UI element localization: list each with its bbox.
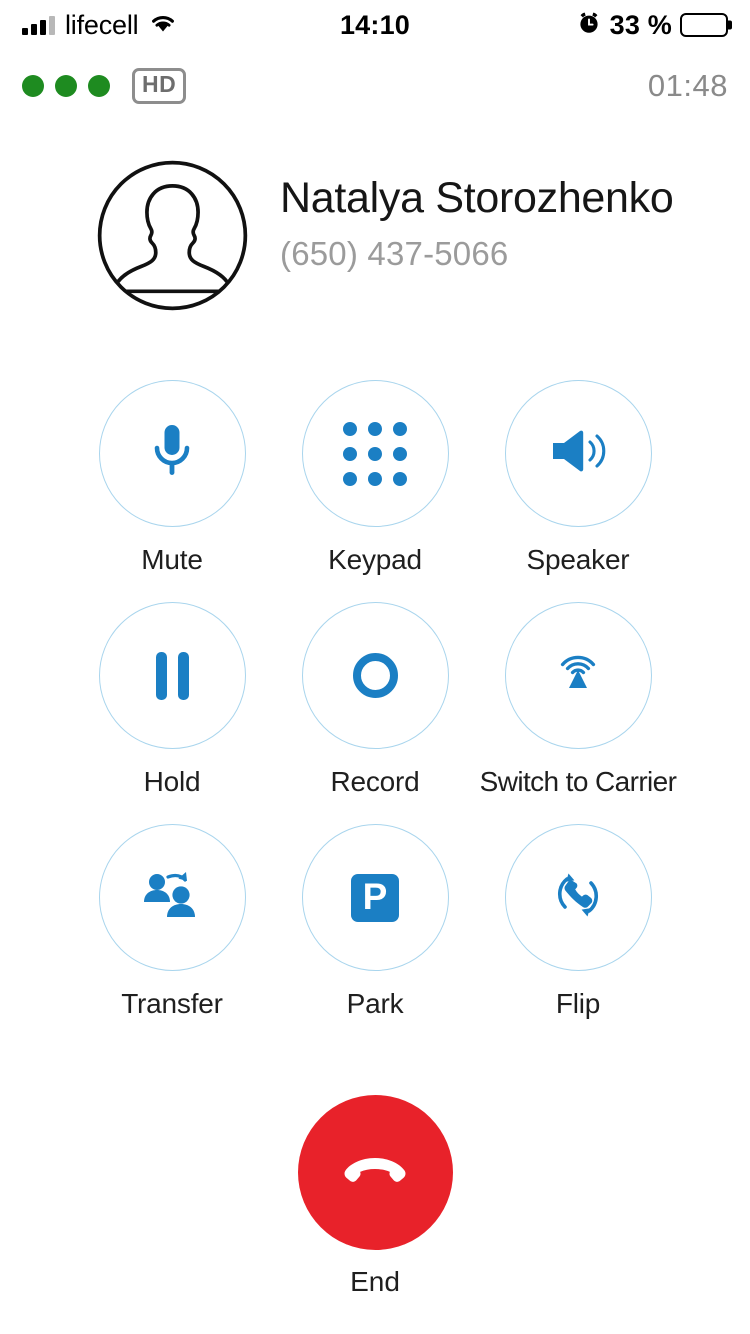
keypad-icon bbox=[343, 421, 407, 486]
call-controls-grid: Mute Keypad Speaker Hold Record Switch t… bbox=[0, 380, 750, 1046]
speaker-icon bbox=[547, 425, 609, 482]
broadcast-tower-icon bbox=[549, 644, 607, 707]
alarm-clock-icon bbox=[576, 10, 602, 41]
flip-button-label: Flip bbox=[555, 988, 601, 1019]
pause-icon bbox=[155, 651, 189, 700]
contact-name: Natalya Storozhenko bbox=[280, 174, 674, 222]
mute-button-label: Mute bbox=[141, 544, 203, 575]
microphone-icon bbox=[146, 421, 198, 486]
transfer-button-label: Transfer bbox=[121, 988, 223, 1019]
controls-row-2: Hold Record Switch to Carrier bbox=[0, 602, 750, 798]
contact-header: Natalya Storozhenko (650) 437-5066 bbox=[0, 158, 750, 313]
switch-to-carrier-button-circle[interactable] bbox=[504, 602, 652, 749]
hold-button-label: Hold bbox=[143, 766, 201, 797]
controls-row-1: Mute Keypad Speaker bbox=[0, 380, 750, 576]
park-button[interactable]: P Park bbox=[301, 824, 449, 1020]
park-p-icon: P bbox=[351, 873, 399, 922]
switch-to-carrier-button-label: Switch to Carrier bbox=[479, 766, 677, 797]
hangup-phone-icon bbox=[336, 1148, 414, 1197]
contact-text-block: Natalya Storozhenko (650) 437-5066 bbox=[280, 158, 674, 273]
signal-bars-icon bbox=[22, 15, 55, 35]
wifi-icon bbox=[148, 12, 178, 39]
status-bar-center: 14:10 bbox=[340, 10, 410, 41]
keypad-button-circle[interactable] bbox=[301, 380, 449, 527]
keypad-button-label: Keypad bbox=[328, 544, 422, 575]
flip-button[interactable]: Flip bbox=[504, 824, 652, 1020]
transfer-people-icon bbox=[141, 869, 203, 926]
battery-percent-label: 33 % bbox=[609, 9, 672, 40]
speaker-button-label: Speaker bbox=[526, 544, 630, 575]
hd-badge: HD bbox=[132, 68, 187, 104]
status-bar: lifecell 14:10 33 % bbox=[0, 0, 750, 50]
status-bar-right: 33 % bbox=[410, 10, 728, 41]
transfer-button-circle[interactable] bbox=[98, 824, 246, 971]
speaker-button-circle[interactable] bbox=[504, 380, 652, 527]
flip-phone-icon bbox=[549, 866, 607, 929]
status-bar-left: lifecell bbox=[22, 10, 340, 41]
contact-phone-number: (650) 437-5066 bbox=[280, 235, 509, 273]
status-bar-time: 14:10 bbox=[339, 9, 411, 40]
call-duration-timer: 01:48 bbox=[647, 68, 728, 103]
carrier-label: lifecell bbox=[65, 9, 139, 40]
record-button[interactable]: Record bbox=[301, 602, 449, 798]
person-avatar-icon bbox=[95, 158, 250, 313]
record-button-circle[interactable] bbox=[301, 602, 449, 749]
speaker-button[interactable]: Speaker bbox=[504, 380, 652, 576]
hold-button-circle[interactable] bbox=[98, 602, 246, 749]
transfer-button[interactable]: Transfer bbox=[98, 824, 246, 1020]
controls-row-3: Transfer P Park Flip bbox=[0, 824, 750, 1020]
record-button-label: Record bbox=[330, 766, 420, 797]
call-quality-dots-icon bbox=[22, 75, 110, 97]
park-button-label: Park bbox=[346, 988, 404, 1019]
switch-to-carrier-button[interactable]: Switch to Carrier bbox=[480, 602, 677, 798]
mute-button[interactable]: Mute bbox=[98, 380, 246, 576]
in-call-screen: lifecell 14:10 33 % HD 01:48 Natalya Sto… bbox=[0, 0, 750, 1334]
end-call-area: End bbox=[0, 1095, 750, 1298]
record-circle-icon bbox=[352, 653, 398, 698]
keypad-button[interactable]: Keypad bbox=[301, 380, 449, 576]
mute-button-circle[interactable] bbox=[98, 380, 246, 527]
call-status-bar: HD 01:48 bbox=[0, 58, 750, 114]
battery-icon bbox=[680, 13, 728, 37]
end-call-button[interactable] bbox=[297, 1095, 453, 1250]
end-call-label: End bbox=[350, 1266, 400, 1297]
flip-button-circle[interactable] bbox=[504, 824, 652, 971]
park-button-circle[interactable]: P bbox=[301, 824, 449, 971]
hold-button[interactable]: Hold bbox=[98, 602, 246, 798]
